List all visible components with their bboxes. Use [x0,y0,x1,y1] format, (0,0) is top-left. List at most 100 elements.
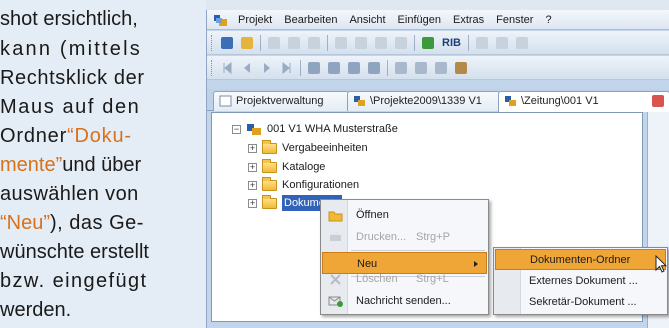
submenu-item-externes-dokument[interactable]: Externes Dokument ... [495,271,666,292]
app-logo-icon[interactable] [213,13,229,27]
toolbar-separator [414,34,415,51]
sort-descending-icon[interactable] [352,34,370,52]
context-item-nachricht-senden[interactable]: Nachricht senden... [322,290,487,312]
filter-icon[interactable] [412,59,430,77]
rib-label: RIB [442,36,461,49]
menu-einfuegen[interactable]: Einfügen [392,10,447,30]
tab-projekte2009[interactable]: \Projekte2009\1339 V1 [347,91,500,111]
article-line-6: mente” und über [0,154,142,176]
article-line-2: kann (mittels [0,38,142,60]
submenu-item-sekretaer-dokument[interactable]: Sekretär-Dokument ... [495,292,666,313]
paste-icon[interactable] [305,34,323,52]
menu-ansicht[interactable]: Ansicht [343,10,391,30]
rib-logo-icon[interactable] [419,34,437,52]
article-line-8: “Neu”), das Ge- [0,212,144,234]
tree-item-kataloge[interactable]: + Kataloge [248,158,326,175]
context-item-label: Öffnen [356,209,389,221]
submenu-item-dokumenten-ordner[interactable]: Dokumenten-Ordner [495,249,666,270]
next-record-icon[interactable] [258,59,276,77]
collapse-icon[interactable]: − [232,124,241,134]
folder-icon [262,194,277,209]
tab-label: Projektverwaltung [236,95,324,107]
context-item-label: Nachricht senden... [356,295,451,307]
delete-icon [328,272,343,286]
open-folder-icon [328,208,343,222]
tab-projektverwaltung[interactable]: Projektverwaltung [213,91,349,111]
article-line-7: auswählen von [0,183,139,205]
context-item-label: Drucken... [356,231,407,243]
project-icon [247,123,261,135]
menu-help[interactable]: ? [539,10,557,30]
sort-ascending-icon[interactable] [332,34,350,52]
folder-icon [262,176,277,191]
tab-label: \Projekte2009\1339 V1 [370,95,482,107]
toolbar-separator [387,59,388,76]
navigation-toolbar [207,56,669,80]
new-submenu: Dokumenten-Ordner Externes Dokument ... … [493,247,668,315]
context-item-drucken[interactable]: Drucken... Strg+P [322,226,487,248]
outline-level-2-icon[interactable] [325,59,343,77]
expand-icon[interactable]: + [248,180,257,190]
close-tab-icon[interactable] [652,95,664,107]
printer-icon [328,230,343,244]
article-line-11: werden. [0,299,72,321]
article-line-3: Rechtsklick der [0,67,145,89]
document-tab-bar: Projektverwaltung \Projekte2009\1339 V1 … [207,89,669,112]
article-line-1: shot ersichtlich, [0,8,138,30]
menu-bearbeiten[interactable]: Bearbeiten [278,10,343,30]
tab-page-icon [219,95,232,107]
expand-icon[interactable]: + [248,143,257,153]
first-record-icon[interactable] [218,59,236,77]
toolbar-grip[interactable] [211,34,214,51]
refresh-icon[interactable] [392,34,410,52]
context-item-loeschen[interactable]: Löschen Strg+L [322,268,487,290]
layout-icon[interactable] [513,34,531,52]
tree-root[interactable]: − 001 V1 WHA Musterstraße [232,121,398,137]
save-icon[interactable] [473,34,491,52]
menu-projekt[interactable]: Projekt [232,10,278,30]
article-text-column: shot ersichtlich, kann (mittels Rechtskl… [0,0,206,328]
expand-icon[interactable]: + [248,162,257,172]
tree-item-label: Kataloge [282,161,326,173]
context-item-shortcut: Strg+L [416,273,449,285]
toolbar-separator [327,34,328,51]
send-message-icon [328,294,343,308]
find-icon[interactable] [372,34,390,52]
open-icon[interactable] [238,34,256,52]
last-record-icon[interactable] [278,59,296,77]
tab-zeitung-active[interactable]: \Zeitung\001 V1 [498,91,669,112]
submenu-item-label: Dokumenten-Ordner [530,254,631,266]
copy-icon[interactable] [285,34,303,52]
tree-item-label: Vergabeeinheiten [282,142,368,154]
menu-extras[interactable]: Extras [447,10,490,30]
outline-level-1-icon[interactable] [305,59,323,77]
context-item-label: Löschen [356,273,398,285]
previous-record-icon[interactable] [238,59,256,77]
menu-separator [351,250,485,251]
submenu-arrow-icon [474,261,478,267]
context-item-oeffnen[interactable]: Öffnen [322,204,487,226]
project-icon[interactable] [218,34,236,52]
filter-edit-icon[interactable] [432,59,450,77]
toolbar-separator [467,34,469,51]
menu-fenster[interactable]: Fenster [490,10,539,30]
user-settings-icon[interactable] [452,59,470,77]
print-preview-icon[interactable] [493,34,511,52]
cut-icon[interactable] [265,34,283,52]
folder-icon [262,139,277,154]
toolbar-grip[interactable] [211,59,214,76]
toolbar-separator [300,59,301,76]
project-tab-icon [353,95,366,107]
outline-level-3-icon[interactable] [345,59,363,77]
tree-item-konfigurationen[interactable]: + Konfigurationen [248,176,359,193]
submenu-item-label: Externes Dokument ... [529,275,638,287]
article-line-4: Maus auf den [0,96,141,118]
tab-label: \Zeitung\001 V1 [521,95,599,107]
outline-level-4-icon[interactable] [365,59,383,77]
view-icon[interactable] [392,59,410,77]
expand-icon[interactable]: + [248,198,257,208]
folder-icon [262,158,277,173]
article-line-5: Ordner “Doku- [0,125,132,147]
tree-root-label: 001 V1 WHA Musterstraße [267,123,398,135]
tree-item-vergabeeinheiten[interactable]: + Vergabeeinheiten [248,139,368,156]
